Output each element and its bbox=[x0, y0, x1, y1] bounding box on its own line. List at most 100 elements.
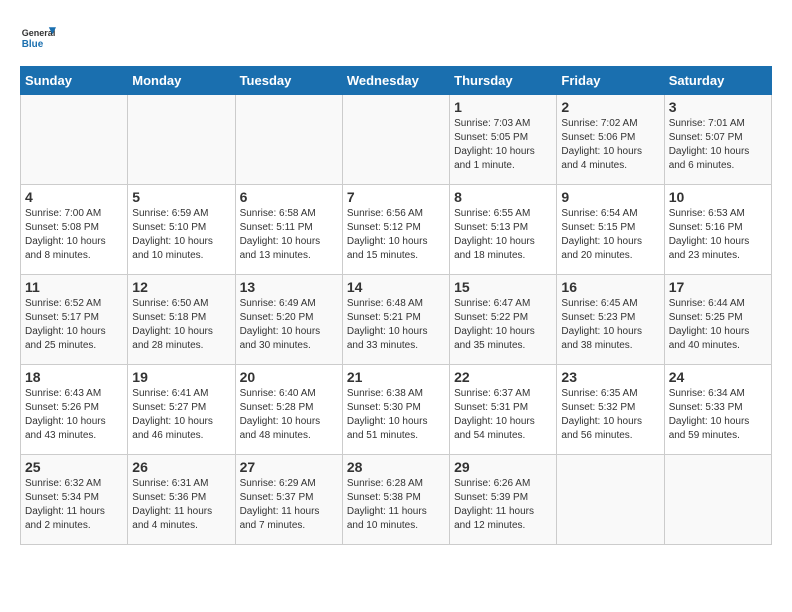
day-info: Sunrise: 6:53 AM Sunset: 5:16 PM Dayligh… bbox=[669, 207, 767, 263]
day-number: 16 bbox=[561, 279, 659, 295]
header-row: Sunday Monday Tuesday Wednesday Thursday… bbox=[21, 67, 772, 95]
day-cell: 9 Sunrise: 6:54 AM Sunset: 5:15 PM Daylig… bbox=[557, 185, 664, 275]
day-cell: 21 Sunrise: 6:38 AM Sunset: 5:30 PM Dayli… bbox=[342, 365, 449, 455]
col-sunday: Sunday bbox=[21, 67, 128, 95]
day-info: Sunrise: 6:34 AM Sunset: 5:33 PM Dayligh… bbox=[669, 387, 767, 443]
day-number: 29 bbox=[454, 459, 552, 475]
day-number: 8 bbox=[454, 189, 552, 205]
day-number: 1 bbox=[454, 99, 552, 115]
day-info: Sunrise: 6:49 AM Sunset: 5:20 PM Dayligh… bbox=[240, 297, 338, 353]
day-cell: 4 Sunrise: 7:00 AM Sunset: 5:08 PM Daylig… bbox=[21, 185, 128, 275]
day-cell: 20Sunrise: 6:40 AM Sunset: 5:28 PM Dayli… bbox=[235, 365, 342, 455]
day-number: 4 bbox=[25, 189, 123, 205]
day-info: Sunrise: 7:02 AM Sunset: 5:06 PM Dayligh… bbox=[561, 117, 659, 173]
week-row-1: 1 Sunrise: 7:03 AM Sunset: 5:05 PM Daylig… bbox=[21, 95, 772, 185]
day-cell bbox=[235, 95, 342, 185]
day-info: Sunrise: 6:26 AM Sunset: 5:39 PM Dayligh… bbox=[454, 477, 552, 533]
day-cell: 3 Sunrise: 7:01 AM Sunset: 5:07 PM Daylig… bbox=[664, 95, 771, 185]
day-info: Sunrise: 6:55 AM Sunset: 5:13 PM Dayligh… bbox=[454, 207, 552, 263]
day-number: 12 bbox=[132, 279, 230, 295]
day-cell bbox=[342, 95, 449, 185]
day-number: 17 bbox=[669, 279, 767, 295]
day-number: 21 bbox=[347, 369, 445, 385]
col-saturday: Saturday bbox=[664, 67, 771, 95]
logo-icon: General Blue bbox=[20, 20, 56, 56]
col-thursday: Thursday bbox=[450, 67, 557, 95]
day-cell bbox=[21, 95, 128, 185]
day-cell: 10 Sunrise: 6:53 AM Sunset: 5:16 PM Dayli… bbox=[664, 185, 771, 275]
day-info: Sunrise: 6:31 AM Sunset: 5:36 PM Dayligh… bbox=[132, 477, 230, 533]
day-cell: 7 Sunrise: 6:56 AM Sunset: 5:12 PM Daylig… bbox=[342, 185, 449, 275]
day-number: 15 bbox=[454, 279, 552, 295]
col-tuesday: Tuesday bbox=[235, 67, 342, 95]
day-number: 24 bbox=[669, 369, 767, 385]
day-number: 3 bbox=[669, 99, 767, 115]
day-number: 11 bbox=[25, 279, 123, 295]
day-number: 26 bbox=[132, 459, 230, 475]
day-info: Sunrise: 6:52 AM Sunset: 5:17 PM Dayligh… bbox=[25, 297, 123, 353]
day-info: Sunrise: 7:03 AM Sunset: 5:05 PM Dayligh… bbox=[454, 117, 552, 173]
day-number: 7 bbox=[347, 189, 445, 205]
day-cell: 27 Sunrise: 6:29 AM Sunset: 5:37 PM Dayli… bbox=[235, 455, 342, 545]
day-cell bbox=[664, 455, 771, 545]
day-info: Sunrise: 6:41 AM Sunset: 5:27 PM Dayligh… bbox=[132, 387, 230, 443]
day-number: 28 bbox=[347, 459, 445, 475]
day-cell: 24 Sunrise: 6:34 AM Sunset: 5:33 PM Dayli… bbox=[664, 365, 771, 455]
day-cell: 15 Sunrise: 6:47 AM Sunset: 5:22 PM Dayli… bbox=[450, 275, 557, 365]
day-cell: 16 Sunrise: 6:45 AM Sunset: 5:23 PM Dayli… bbox=[557, 275, 664, 365]
day-cell: 18Sunrise: 6:43 AM Sunset: 5:26 PM Dayli… bbox=[21, 365, 128, 455]
day-cell: 5 Sunrise: 6:59 AM Sunset: 5:10 PM Daylig… bbox=[128, 185, 235, 275]
day-info: Sunrise: 6:29 AM Sunset: 5:37 PM Dayligh… bbox=[240, 477, 338, 533]
day-info: Sunrise: 6:59 AM Sunset: 5:10 PM Dayligh… bbox=[132, 207, 230, 263]
day-cell: 6 Sunrise: 6:58 AM Sunset: 5:11 PM Daylig… bbox=[235, 185, 342, 275]
week-row-3: 11 Sunrise: 6:52 AM Sunset: 5:17 PM Dayli… bbox=[21, 275, 772, 365]
day-cell bbox=[128, 95, 235, 185]
day-cell: 8 Sunrise: 6:55 AM Sunset: 5:13 PM Daylig… bbox=[450, 185, 557, 275]
day-info: Sunrise: 6:43 AM Sunset: 5:26 PM Dayligh… bbox=[25, 387, 123, 443]
day-info: Sunrise: 6:54 AM Sunset: 5:15 PM Dayligh… bbox=[561, 207, 659, 263]
day-number: 19 bbox=[132, 369, 230, 385]
day-info: Sunrise: 6:56 AM Sunset: 5:12 PM Dayligh… bbox=[347, 207, 445, 263]
day-info: Sunrise: 6:45 AM Sunset: 5:23 PM Dayligh… bbox=[561, 297, 659, 353]
day-info: Sunrise: 6:44 AM Sunset: 5:25 PM Dayligh… bbox=[669, 297, 767, 353]
day-number: 5 bbox=[132, 189, 230, 205]
day-info: Sunrise: 6:58 AM Sunset: 5:11 PM Dayligh… bbox=[240, 207, 338, 263]
day-number: 20 bbox=[240, 369, 338, 385]
day-info: Sunrise: 6:32 AM Sunset: 5:34 PM Dayligh… bbox=[25, 477, 123, 533]
day-info: Sunrise: 7:00 AM Sunset: 5:08 PM Dayligh… bbox=[25, 207, 123, 263]
col-friday: Friday bbox=[557, 67, 664, 95]
day-info: Sunrise: 6:37 AM Sunset: 5:31 PM Dayligh… bbox=[454, 387, 552, 443]
day-cell: 22 Sunrise: 6:37 AM Sunset: 5:31 PM Dayli… bbox=[450, 365, 557, 455]
day-number: 6 bbox=[240, 189, 338, 205]
day-number: 27 bbox=[240, 459, 338, 475]
page-header: General Blue bbox=[20, 20, 772, 56]
day-cell: 26 Sunrise: 6:31 AM Sunset: 5:36 PM Dayli… bbox=[128, 455, 235, 545]
day-cell: 11 Sunrise: 6:52 AM Sunset: 5:17 PM Dayli… bbox=[21, 275, 128, 365]
day-cell: 17 Sunrise: 6:44 AM Sunset: 5:25 PM Dayli… bbox=[664, 275, 771, 365]
week-row-4: 18Sunrise: 6:43 AM Sunset: 5:26 PM Dayli… bbox=[21, 365, 772, 455]
day-cell: 23 Sunrise: 6:35 AM Sunset: 5:32 PM Dayli… bbox=[557, 365, 664, 455]
day-cell: 1 Sunrise: 7:03 AM Sunset: 5:05 PM Daylig… bbox=[450, 95, 557, 185]
day-cell: 19 Sunrise: 6:41 AM Sunset: 5:27 PM Dayli… bbox=[128, 365, 235, 455]
logo: General Blue bbox=[20, 20, 56, 56]
day-info: Sunrise: 7:01 AM Sunset: 5:07 PM Dayligh… bbox=[669, 117, 767, 173]
week-row-2: 4 Sunrise: 7:00 AM Sunset: 5:08 PM Daylig… bbox=[21, 185, 772, 275]
day-info: Sunrise: 6:47 AM Sunset: 5:22 PM Dayligh… bbox=[454, 297, 552, 353]
week-row-5: 25 Sunrise: 6:32 AM Sunset: 5:34 PM Dayli… bbox=[21, 455, 772, 545]
calendar-body: 1 Sunrise: 7:03 AM Sunset: 5:05 PM Daylig… bbox=[21, 95, 772, 545]
day-cell: 13 Sunrise: 6:49 AM Sunset: 5:20 PM Dayli… bbox=[235, 275, 342, 365]
day-info: Sunrise: 6:35 AM Sunset: 5:32 PM Dayligh… bbox=[561, 387, 659, 443]
day-cell: 25 Sunrise: 6:32 AM Sunset: 5:34 PM Dayli… bbox=[21, 455, 128, 545]
day-info: Sunrise: 6:38 AM Sunset: 5:30 PM Dayligh… bbox=[347, 387, 445, 443]
day-cell: 29 Sunrise: 6:26 AM Sunset: 5:39 PM Dayli… bbox=[450, 455, 557, 545]
day-number: 23 bbox=[561, 369, 659, 385]
day-info: Sunrise: 6:50 AM Sunset: 5:18 PM Dayligh… bbox=[132, 297, 230, 353]
day-number: 2 bbox=[561, 99, 659, 115]
day-number: 13 bbox=[240, 279, 338, 295]
day-number: 25 bbox=[25, 459, 123, 475]
day-number: 22 bbox=[454, 369, 552, 385]
day-number: 9 bbox=[561, 189, 659, 205]
day-info: Sunrise: 6:28 AM Sunset: 5:38 PM Dayligh… bbox=[347, 477, 445, 533]
day-number: 10 bbox=[669, 189, 767, 205]
day-cell bbox=[557, 455, 664, 545]
